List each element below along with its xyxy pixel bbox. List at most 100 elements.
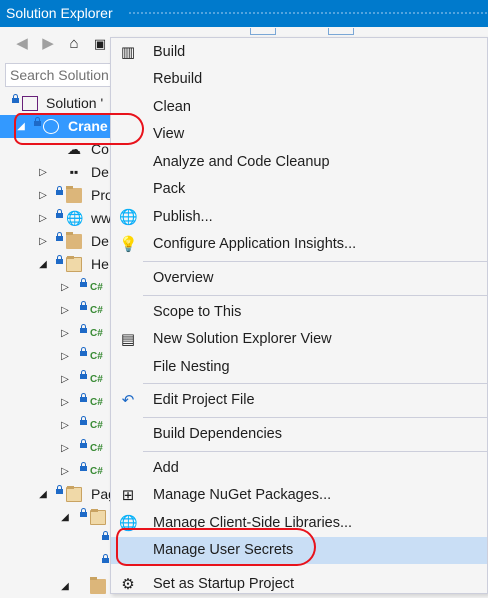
menu-item-label: Configure Application Insights... [153, 236, 357, 252]
expanded-arrow-icon[interactable]: ◢ [38, 483, 48, 506]
menu-item-clean[interactable]: Clean [111, 94, 487, 121]
new-view-icon: ▤ [120, 331, 136, 348]
lock-icon [56, 186, 63, 197]
menu-item-build-deps[interactable]: Build Dependencies [111, 421, 487, 448]
menu-item-add[interactable]: Add [111, 455, 487, 482]
lock-icon [80, 439, 87, 450]
tree-item-label: Crane [68, 118, 108, 134]
lock-icon [56, 485, 63, 496]
menu-separator [143, 383, 487, 384]
menu-item-overview[interactable]: Overview [111, 265, 487, 292]
menu-item-new-view[interactable]: ▤ New Solution Explorer View [111, 326, 487, 353]
csharp-file-icon: C# [90, 397, 103, 408]
switch-views-icon[interactable]: ▣ [90, 34, 110, 54]
menu-item-client-side-libs[interactable]: 🌐 Manage Client-Side Libraries... [111, 510, 487, 537]
menu-item-user-secrets[interactable]: Manage User Secrets [111, 537, 487, 564]
open-folder-icon [66, 256, 82, 272]
lock-icon [102, 531, 109, 542]
collapsed-arrow-icon[interactable]: ▷ [60, 368, 70, 391]
collapsed-arrow-icon[interactable]: ▷ [38, 184, 48, 207]
menu-item-label: Build Dependencies [153, 426, 282, 442]
collapsed-arrow-icon[interactable]: ▷ [38, 207, 48, 230]
menu-item-edit-project[interactable]: ↶ Edit Project File [111, 387, 487, 414]
menu-separator [143, 451, 487, 452]
collapsed-arrow-icon[interactable]: ▷ [60, 345, 70, 368]
menu-item-pack[interactable]: Pack [111, 176, 487, 203]
csharp-file-icon: C# [90, 282, 103, 293]
solution-icon [22, 96, 38, 111]
csharp-file-icon: C# [90, 374, 103, 385]
build-icon: ▥ [120, 44, 136, 61]
collapsed-arrow-icon[interactable]: ▷ [60, 414, 70, 437]
tree-item-label: Co [91, 141, 109, 157]
lock-icon [80, 278, 87, 289]
collapsed-arrow-icon[interactable]: ▷ [60, 437, 70, 460]
menu-item-scope[interactable]: Scope to This [111, 299, 487, 326]
menu-item-label: Clean [153, 99, 191, 115]
collapsed-arrow-icon[interactable]: ▷ [60, 391, 70, 414]
dependencies-icon: ▪▪ [69, 165, 79, 179]
toolbar-button-partial[interactable] [250, 28, 276, 35]
menu-item-label: Overview [153, 270, 214, 286]
csharp-file-icon: C# [90, 305, 103, 316]
expanded-arrow-icon[interactable]: ◢ [60, 506, 70, 529]
csharp-file-icon: C# [90, 466, 103, 477]
csharp-file-icon: C# [90, 420, 103, 431]
expanded-arrow-icon[interactable]: ◢ [38, 253, 48, 276]
menu-item-label: Pack [153, 181, 186, 197]
lock-icon [80, 301, 87, 312]
menu-item-app-insights[interactable]: 💡 Configure Application Insights... [111, 231, 487, 258]
tree-item-label: ww [91, 210, 112, 226]
collapsed-arrow-icon[interactable]: ▷ [38, 230, 48, 253]
menu-item-rebuild[interactable]: Rebuild [111, 66, 487, 93]
menu-item-label: Manage User Secrets [153, 542, 294, 558]
menu-item-build[interactable]: ▥ Build [111, 39, 487, 66]
client-libraries-icon: 🌐 [119, 515, 138, 532]
collapsed-arrow-icon[interactable]: ▷ [60, 460, 70, 483]
lock-icon [34, 117, 41, 128]
title-bar: Solution Explorer [0, 0, 488, 27]
lock-icon [80, 393, 87, 404]
menu-item-label: Edit Project File [153, 392, 255, 408]
app-insights-icon: 💡 [119, 236, 138, 253]
collapsed-arrow-icon[interactable]: ▷ [60, 276, 70, 299]
collapsed-arrow-icon[interactable]: ▷ [60, 299, 70, 322]
lock-icon [102, 554, 109, 565]
lock-icon [80, 347, 87, 358]
menu-separator [143, 295, 487, 296]
edit-arrow-icon: ↶ [121, 392, 135, 409]
menu-item-label: File Nesting [153, 359, 230, 375]
lock-icon [56, 209, 63, 220]
menu-item-label: Manage NuGet Packages... [153, 487, 332, 503]
toolbar-button-partial[interactable] [328, 28, 354, 35]
web-project-icon [43, 119, 59, 134]
menu-item-label: Manage Client-Side Libraries... [153, 515, 353, 531]
lock-icon [80, 370, 87, 381]
menu-separator [143, 417, 487, 418]
tree-item-label: De [91, 233, 109, 249]
expanded-arrow-icon[interactable]: ◢ [16, 115, 26, 138]
collapsed-arrow-icon[interactable]: ▷ [38, 161, 48, 184]
lock-icon [80, 508, 87, 519]
back-icon[interactable]: ◀ [12, 34, 32, 54]
cloud-icon: ☁ [67, 141, 81, 157]
menu-item-publish[interactable]: 🌐 Publish... [111, 204, 487, 231]
search-input[interactable]: Search Solution [5, 63, 125, 87]
window-title: Solution Explorer [6, 5, 113, 21]
forward-icon[interactable]: ▶ [38, 34, 58, 54]
title-grip [128, 11, 488, 16]
expanded-arrow-icon[interactable]: ◢ [60, 575, 70, 598]
menu-item-label: Add [153, 460, 179, 476]
menu-item-label: Build [153, 44, 186, 60]
menu-item-analyze[interactable]: Analyze and Code Cleanup [111, 149, 487, 176]
tree-item-label: Solution ' [46, 95, 104, 111]
menu-item-label: Analyze and Code Cleanup [153, 154, 330, 170]
lock-icon [80, 462, 87, 473]
folder-icon [66, 186, 82, 203]
csharp-file-icon: C# [90, 351, 103, 362]
menu-item-view[interactable]: View [111, 121, 487, 148]
collapsed-arrow-icon[interactable]: ▷ [60, 322, 70, 345]
menu-item-file-nesting[interactable]: File Nesting [111, 354, 487, 381]
home-icon[interactable]: ⌂ [64, 34, 84, 54]
menu-item-nuget[interactable]: ⊞ Manage NuGet Packages... [111, 482, 487, 509]
